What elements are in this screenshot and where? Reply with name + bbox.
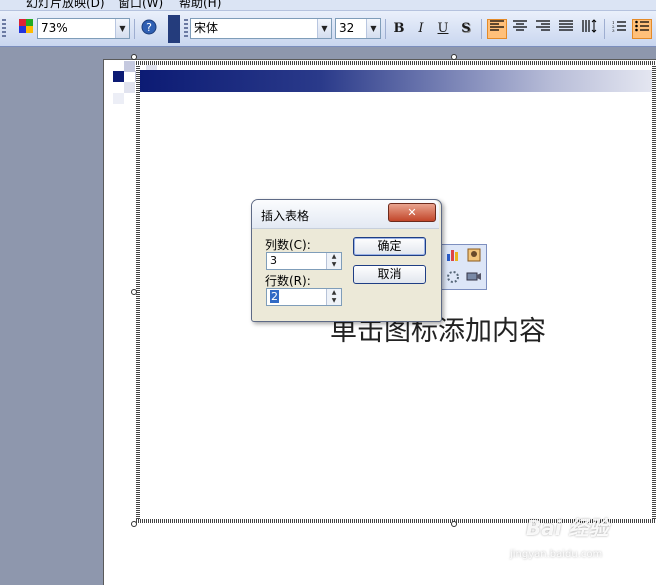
watermark-url: jingyan.baidu.com — [510, 549, 603, 560]
columns-spinner[interactable]: 3 ▲ ▼ — [266, 252, 342, 270]
content-icon-palette — [437, 244, 487, 290]
zoom-value: 73% — [41, 21, 68, 35]
rows-label: 行数(R): — [265, 274, 311, 288]
menu-bar: 幻灯片放映(D) 窗口(W) 帮助(H) — [0, 0, 656, 11]
columns-label: 列数(C): — [265, 238, 311, 252]
underline-button[interactable]: U — [433, 19, 453, 39]
resize-handle[interactable] — [131, 521, 137, 527]
watermark: Bai 经验 jingyan.baidu.com — [494, 512, 644, 572]
spinner-buttons[interactable]: ▲ ▼ — [326, 253, 341, 269]
ok-button[interactable]: 确定 — [353, 237, 426, 256]
chevron-down-icon[interactable]: ▼ — [366, 19, 380, 38]
align-center-icon[interactable] — [510, 19, 530, 39]
spin-down-icon[interactable]: ▼ — [327, 261, 341, 269]
align-left-icon[interactable] — [487, 19, 507, 39]
insert-media-icon[interactable] — [465, 270, 483, 286]
svg-text:?: ? — [146, 21, 152, 34]
cancel-button[interactable]: 取消 — [353, 265, 426, 284]
insert-picture-icon[interactable] — [465, 248, 483, 264]
help-icon[interactable]: ? — [139, 19, 159, 39]
insert-diagram-icon[interactable] — [444, 270, 462, 286]
color-scheme-icon[interactable] — [16, 19, 36, 39]
separator — [134, 19, 135, 39]
toolbar-overflow-chevron-icon[interactable] — [168, 15, 180, 43]
font-size-value: 32 — [339, 21, 355, 35]
insert-table-dialog: 插入表格 ✕ 列数(C): 3 ▲ ▼ 行数(R): 2 ▲ ▼ 确定 取消 — [251, 199, 442, 322]
chevron-down-icon[interactable]: ▼ — [317, 19, 331, 38]
vertical-text-icon[interactable] — [579, 19, 599, 39]
spinner-buttons[interactable]: ▲ ▼ — [326, 289, 341, 305]
spin-up-icon[interactable]: ▲ — [327, 253, 341, 261]
slide-decor — [113, 71, 124, 82]
align-right-icon[interactable] — [533, 19, 553, 39]
separator — [604, 19, 605, 39]
zoom-combo[interactable]: 73% ▼ — [37, 18, 130, 39]
numbered-list-icon[interactable]: 123 — [609, 19, 629, 39]
separator — [481, 19, 482, 39]
font-name-value: 宋体 — [194, 21, 219, 35]
resize-handle[interactable] — [131, 289, 137, 295]
resize-handle[interactable] — [451, 521, 457, 527]
rows-spinner[interactable]: 2 ▲ ▼ — [266, 288, 342, 306]
insert-chart-icon[interactable] — [444, 248, 462, 264]
toolbar-grip[interactable] — [184, 19, 188, 39]
dialog-title: 插入表格 — [261, 209, 310, 223]
toolbar-grip[interactable] — [2, 19, 6, 39]
spin-up-icon[interactable]: ▲ — [327, 289, 341, 297]
close-button[interactable]: ✕ — [388, 203, 436, 222]
watermark-logo: Bai 经验 — [526, 516, 609, 540]
columns-value[interactable]: 3 — [270, 254, 277, 267]
bullet-list-icon[interactable] — [632, 19, 652, 39]
svg-text:3: 3 — [612, 28, 615, 32]
menu-help[interactable]: 帮助(H) — [179, 0, 221, 10]
shadow-button[interactable]: S — [456, 19, 476, 39]
font-name-combo[interactable]: 宋体 ▼ — [190, 18, 332, 39]
slide-decor — [113, 93, 124, 104]
separator — [385, 19, 386, 39]
resize-handle[interactable] — [451, 54, 457, 60]
dialog-titlebar[interactable]: 插入表格 ✕ — [252, 200, 439, 229]
formatting-toolbar: 73% ▼ ? 宋体 ▼ 32 ▼ B I U S 123 — [0, 11, 656, 47]
rows-value[interactable]: 2 — [270, 290, 279, 303]
menu-slideshow[interactable]: 幻灯片放映(D) — [26, 0, 105, 10]
resize-handle[interactable] — [131, 54, 137, 60]
bold-button[interactable]: B — [389, 19, 409, 39]
menu-window[interactable]: 窗口(W) — [118, 0, 163, 10]
spin-down-icon[interactable]: ▼ — [327, 297, 341, 305]
chevron-down-icon[interactable]: ▼ — [115, 19, 129, 38]
italic-button[interactable]: I — [411, 19, 431, 39]
font-size-combo[interactable]: 32 ▼ — [335, 18, 381, 39]
distribute-icon[interactable] — [556, 19, 576, 39]
